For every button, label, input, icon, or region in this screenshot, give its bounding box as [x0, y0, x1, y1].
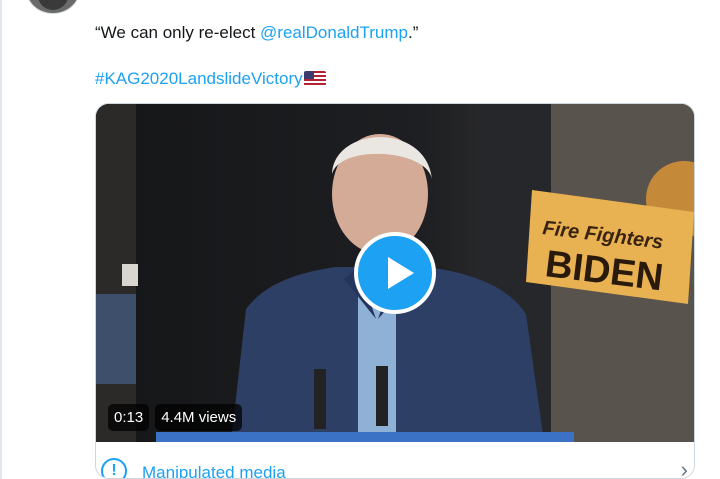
video-views: 4.4M views — [155, 404, 243, 431]
info-icon: ! — [101, 458, 127, 478]
video-player[interactable]: Fire Fighters BIDEN 0:13 4.4M views — [96, 104, 694, 442]
chevron-right-icon[interactable]: › — [681, 459, 688, 479]
us-flag-icon — [303, 71, 326, 86]
manipulated-media-notice[interactable]: ! Manipulated media › — [96, 442, 694, 478]
tweet-container: “We can only re-elect @realDonaldTrump.”… — [0, 0, 720, 479]
play-icon[interactable] — [354, 232, 436, 314]
video-meta: 0:13 4.4M views — [108, 404, 243, 431]
tweet-quote-end: .” — [408, 23, 419, 42]
timeline-border — [0, 0, 2, 479]
media-card: Fire Fighters BIDEN 0:13 4.4M views ! Ma… — [95, 103, 695, 479]
hashtag-link[interactable]: #KAG2020LandslideVictory — [95, 69, 303, 88]
mention-link[interactable]: @realDonaldTrump — [260, 23, 408, 42]
video-duration: 0:13 — [108, 404, 150, 431]
tweet-text: “We can only re-elect @realDonaldTrump.” — [95, 23, 418, 43]
hashtag-line: #KAG2020LandslideVictory — [95, 69, 326, 89]
avatar[interactable] — [26, 0, 80, 14]
manipulated-media-label[interactable]: Manipulated media — [142, 463, 286, 478]
tweet-quote-text: “We can only re-elect — [95, 23, 261, 42]
